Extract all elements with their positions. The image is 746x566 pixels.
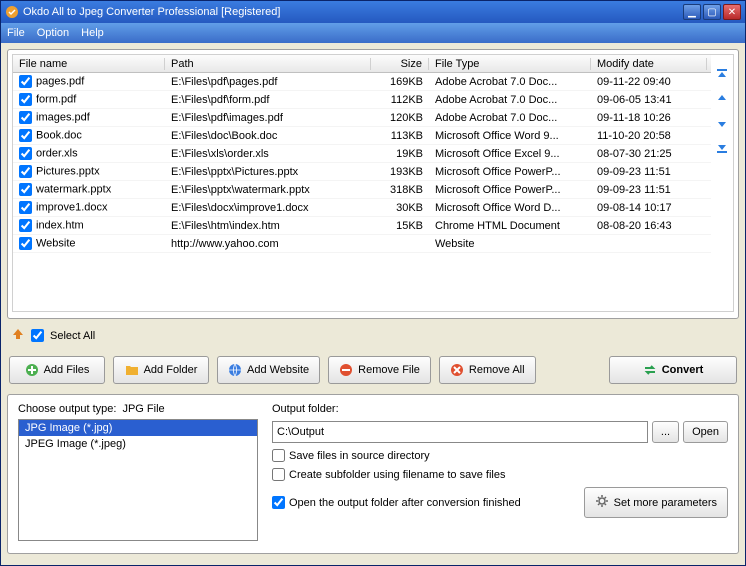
add-folder-button[interactable]: Add Folder bbox=[113, 356, 209, 384]
convert-button[interactable]: Convert bbox=[609, 356, 737, 384]
file-table: File name Path Size File Type Modify dat… bbox=[12, 54, 734, 312]
row-checkbox[interactable] bbox=[19, 75, 32, 88]
row-checkbox[interactable] bbox=[19, 237, 32, 250]
set-more-parameters-button[interactable]: Set more parameters bbox=[584, 487, 728, 518]
titlebar: Okdo All to Jpeg Converter Professional … bbox=[1, 1, 745, 23]
table-row[interactable]: images.pdfE:\Files\pdf\images.pdf120KBAd… bbox=[13, 109, 711, 127]
output-type-section: Choose output type: JPG File JPG Image (… bbox=[18, 403, 258, 541]
output-folder-input[interactable] bbox=[272, 421, 648, 443]
move-top-button[interactable] bbox=[714, 67, 730, 83]
table-row[interactable]: pages.pdfE:\Files\pdf\pages.pdf169KBAdob… bbox=[13, 73, 711, 91]
table-row[interactable]: form.pdfE:\Files\pdf\form.pdf112KBAdobe … bbox=[13, 91, 711, 109]
folder-icon bbox=[125, 363, 139, 377]
add-files-button[interactable]: Add Files bbox=[9, 356, 105, 384]
table-row[interactable]: Book.docE:\Files\doc\Book.doc113KBMicros… bbox=[13, 127, 711, 145]
table-row[interactable]: watermark.pptxE:\Files\pptx\watermark.pp… bbox=[13, 181, 711, 199]
move-up-button[interactable] bbox=[714, 91, 730, 107]
list-item[interactable]: JPEG Image (*.jpeg) bbox=[19, 436, 257, 452]
table-header: File name Path Size File Type Modify dat… bbox=[13, 55, 711, 73]
row-checkbox[interactable] bbox=[19, 165, 32, 178]
row-checkbox[interactable] bbox=[19, 111, 32, 124]
row-checkbox[interactable] bbox=[19, 201, 32, 214]
create-subfolder-checkbox[interactable] bbox=[272, 468, 285, 481]
file-list-panel: File name Path Size File Type Modify dat… bbox=[7, 49, 739, 319]
client-area: File name Path Size File Type Modify dat… bbox=[1, 43, 745, 565]
app-window: Okdo All to Jpeg Converter Professional … bbox=[0, 0, 746, 566]
output-type-current: JPG File bbox=[122, 403, 164, 415]
row-checkbox[interactable] bbox=[19, 147, 32, 160]
gear-icon bbox=[595, 494, 609, 511]
create-subfolder-label: Create subfolder using filename to save … bbox=[289, 469, 505, 481]
output-folder-label: Output folder: bbox=[272, 403, 728, 415]
output-type-label: Choose output type: bbox=[18, 403, 116, 415]
remove-file-button[interactable]: Remove File bbox=[328, 356, 431, 384]
menu-file[interactable]: File bbox=[7, 27, 25, 39]
list-item[interactable]: JPG Image (*.jpg) bbox=[19, 420, 257, 436]
save-in-source-checkbox[interactable] bbox=[272, 449, 285, 462]
add-website-button[interactable]: Add Website bbox=[217, 356, 320, 384]
window-title: Okdo All to Jpeg Converter Professional … bbox=[23, 6, 683, 18]
plus-icon bbox=[25, 363, 39, 377]
save-in-source-label: Save files in source directory bbox=[289, 450, 430, 462]
table-row[interactable]: Pictures.pptxE:\Files\pptx\Pictures.pptx… bbox=[13, 163, 711, 181]
reorder-buttons bbox=[711, 55, 733, 311]
move-down-button[interactable] bbox=[714, 115, 730, 131]
row-checkbox[interactable] bbox=[19, 129, 32, 142]
minimize-button[interactable]: ▁ bbox=[683, 4, 701, 20]
remove-all-icon bbox=[450, 363, 464, 377]
open-after-label: Open the output folder after conversion … bbox=[289, 497, 521, 509]
header-filetype[interactable]: File Type bbox=[429, 58, 591, 70]
select-all-label: Select All bbox=[50, 330, 95, 342]
output-type-listbox[interactable]: JPG Image (*.jpg) JPEG Image (*.jpeg) bbox=[18, 419, 258, 541]
open-after-checkbox[interactable] bbox=[272, 496, 285, 509]
output-panel: Choose output type: JPG File JPG Image (… bbox=[7, 394, 739, 554]
minus-icon bbox=[339, 363, 353, 377]
globe-icon bbox=[228, 363, 242, 377]
move-bottom-button[interactable] bbox=[714, 139, 730, 155]
open-folder-button[interactable]: Open bbox=[683, 421, 728, 443]
output-folder-section: Output folder: ... Open Save files in so… bbox=[272, 403, 728, 541]
table-row[interactable]: Websitehttp://www.yahoo.comWebsite bbox=[13, 235, 711, 253]
table-row[interactable]: improve1.docxE:\Files\docx\improve1.docx… bbox=[13, 199, 711, 217]
browse-button[interactable]: ... bbox=[652, 421, 679, 443]
action-button-row: Add Files Add Folder Add Website Remove … bbox=[7, 352, 739, 388]
header-modifydate[interactable]: Modify date bbox=[591, 58, 707, 70]
row-checkbox[interactable] bbox=[19, 93, 32, 106]
table-row[interactable]: order.xlsE:\Files\xls\order.xls19KBMicro… bbox=[13, 145, 711, 163]
select-all-checkbox[interactable] bbox=[31, 329, 44, 342]
app-icon bbox=[5, 5, 19, 19]
table-row[interactable]: index.htmE:\Files\htm\index.htm15KBChrom… bbox=[13, 217, 711, 235]
header-filename[interactable]: File name bbox=[13, 58, 165, 70]
header-size[interactable]: Size bbox=[371, 58, 429, 70]
close-button[interactable]: ✕ bbox=[723, 4, 741, 20]
convert-icon bbox=[643, 363, 657, 377]
row-checkbox[interactable] bbox=[19, 219, 32, 232]
table-body: pages.pdfE:\Files\pdf\pages.pdf169KBAdob… bbox=[13, 73, 711, 253]
remove-all-button[interactable]: Remove All bbox=[439, 356, 536, 384]
menubar: File Option Help bbox=[1, 23, 745, 43]
menu-help[interactable]: Help bbox=[81, 27, 104, 39]
select-all-row: Select All bbox=[7, 325, 739, 346]
window-buttons: ▁ ▢ ✕ bbox=[683, 4, 741, 20]
header-path[interactable]: Path bbox=[165, 58, 371, 70]
up-arrow-icon bbox=[11, 327, 25, 344]
menu-option[interactable]: Option bbox=[37, 27, 69, 39]
maximize-button[interactable]: ▢ bbox=[703, 4, 721, 20]
row-checkbox[interactable] bbox=[19, 183, 32, 196]
